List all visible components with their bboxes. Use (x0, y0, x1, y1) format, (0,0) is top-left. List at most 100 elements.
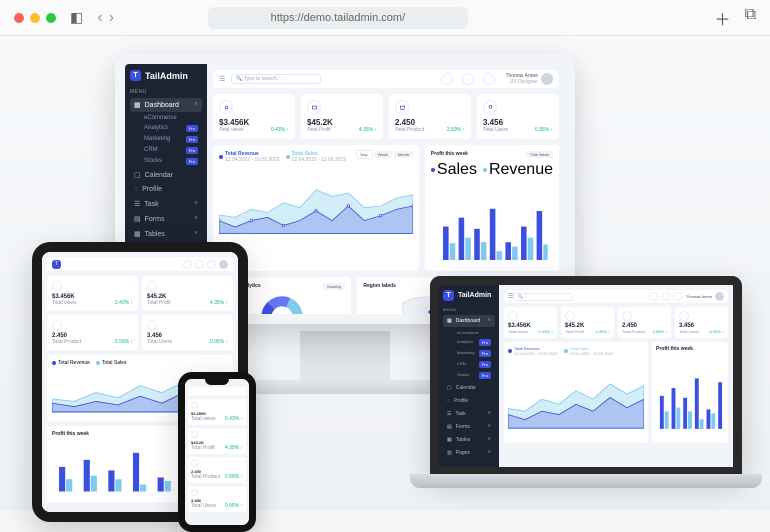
stat-views: $3.456KTotal views0.43% ↑ (188, 399, 246, 425)
chevron-down-icon: ˅ (194, 231, 198, 237)
form-icon: ▤ (134, 215, 141, 223)
eye-icon (52, 281, 62, 291)
notifications-icon[interactable] (462, 73, 474, 85)
user-menu[interactable]: Thomas Anree (686, 292, 724, 301)
tablet-topbar: T (47, 257, 233, 271)
notifications-icon[interactable] (661, 292, 670, 301)
search-input[interactable]: 🔍 (513, 293, 573, 301)
laptop-main: ☰ 🔍 Thomas Anree $3.456KTotal views0.43%… (499, 285, 733, 467)
calendar-icon: ▢ (134, 171, 141, 179)
nav-profile[interactable]: ◌Profile (130, 183, 202, 196)
stat-profit: $45.2KTotal Profit4.35% ↑ (561, 307, 614, 338)
list-icon: ☰ (447, 411, 451, 417)
theme-toggle[interactable] (441, 73, 453, 85)
cart-icon (147, 281, 157, 291)
nav-tables[interactable]: ▦Tables˅ (443, 434, 495, 446)
table-icon: ▦ (134, 230, 141, 238)
user-role: UX Designer (505, 79, 538, 85)
theme-toggle[interactable] (183, 260, 192, 269)
sub-crm[interactable]: CRMPro (453, 359, 495, 370)
theme-toggle[interactable] (649, 292, 658, 301)
pill-week[interactable]: Week (374, 151, 392, 158)
brand-icon: T (443, 290, 454, 301)
week-select[interactable]: This Week (526, 151, 553, 158)
area-chart-svg (219, 163, 413, 241)
pages-icon: ▥ (447, 450, 452, 456)
sub-crm[interactable]: CRMPro (140, 145, 202, 156)
sub-stocks[interactable]: StocksPro (453, 370, 495, 381)
sub-analytics[interactable]: AnalyticsPro (453, 337, 495, 348)
grid-icon: ▦ (134, 101, 141, 109)
form-icon: ▤ (447, 424, 452, 430)
browser-chrome: ◧ ‹ › https://demo.tailadmin.com/ ＋ ⧉ (0, 0, 770, 36)
nav-forms[interactable]: ▤Forms˅ (443, 421, 495, 433)
grid-icon: ▦ (447, 318, 452, 324)
nav-forms[interactable]: ▤Forms˅ (130, 212, 202, 226)
range-pills[interactable]: Day Week Month (357, 151, 413, 158)
nav-dashboard[interactable]: ▦Dashboard˄ (443, 315, 495, 327)
users-icon (191, 489, 198, 496)
nav-dashboard-sub: eCommerce AnalyticsPro MarketingPro CRMP… (130, 113, 202, 167)
back-icon[interactable]: ‹ (97, 9, 102, 27)
url-bar[interactable]: https://demo.tailadmin.com/ (208, 7, 468, 29)
maximize-icon[interactable] (46, 13, 56, 23)
menu-icon[interactable]: ☰ (219, 75, 225, 83)
pill-day[interactable]: Day (357, 151, 372, 158)
menu-label: MENU (130, 89, 202, 95)
sub-marketing[interactable]: MarketingPro (140, 134, 202, 145)
notifications-icon[interactable] (195, 260, 204, 269)
close-icon[interactable] (14, 13, 24, 23)
tabs-icon[interactable]: ⧉ (745, 6, 756, 30)
brand[interactable]: T TailAdmin (130, 70, 202, 81)
minimize-icon[interactable] (30, 13, 40, 23)
eye-icon (508, 311, 518, 321)
sub-analytics[interactable]: AnalyticsPro (140, 123, 202, 134)
nav-calendar[interactable]: ▢Calendar (443, 382, 495, 394)
sub-marketing[interactable]: MarketingPro (453, 348, 495, 359)
analytics-select[interactable]: Monthly (323, 283, 345, 290)
nav-dashboard[interactable]: ▦Dashboard ˄ (130, 98, 202, 112)
nav-profile[interactable]: ◌Profile (443, 395, 495, 407)
cart-icon (565, 311, 575, 321)
stat-views: $3.456K Total views0.43% ↑ (213, 94, 295, 139)
sub-ecommerce[interactable]: eCommerce (140, 113, 202, 123)
nav-calendar[interactable]: ▢Calendar (130, 168, 202, 182)
users-icon (483, 100, 497, 114)
stat-users: 3.456Total Users0.95% ↑ (142, 315, 233, 350)
stat-profit: $45.2KTotal Profit4.35% ↑ (142, 276, 233, 311)
brand-icon: T (52, 260, 61, 269)
search-input[interactable]: 🔍 Type to search... (231, 74, 321, 84)
user-icon: ◌ (447, 398, 450, 404)
sub-ecommerce[interactable]: eCommerce (453, 328, 495, 337)
nav-task[interactable]: ☰Task˅ (443, 408, 495, 420)
stat-product: 2.450Total Product2.59% ↑ (47, 315, 138, 350)
stat-product: 2.450Total Product2.59% ↑ (188, 457, 246, 483)
pill-month[interactable]: Month (394, 151, 413, 158)
laptop-area-chart: Total Revenue12.04.2022 - 12.05.2022Tota… (504, 342, 648, 443)
chevron-up-icon: ˄ (194, 102, 198, 108)
nav-task[interactable]: ☰Task˅ (130, 197, 202, 211)
nav-pages[interactable]: ▥Pages˅ (443, 447, 495, 459)
sub-stocks[interactable]: StocksPro (140, 156, 202, 167)
eye-icon (219, 100, 233, 114)
messages-icon[interactable] (207, 260, 216, 269)
sidebar-icon[interactable]: ◧ (70, 9, 83, 26)
nav-tables[interactable]: ▦Tables˅ (130, 227, 202, 241)
messages-icon[interactable] (673, 292, 682, 301)
messages-icon[interactable] (483, 73, 495, 85)
laptop-bar-chart: Profit this week (652, 342, 728, 443)
users-icon (147, 320, 157, 330)
brand-name: TailAdmin (145, 71, 188, 81)
phone-device: $3.456KTotal views0.43% ↑ $45.2KTotal Pr… (178, 372, 256, 532)
stat-profit: $45.2K Total Profit4.35% ↑ (301, 94, 383, 139)
user-menu[interactable]: Thomas Anree UX Designer (505, 73, 553, 85)
stat-users: 3.456Total Users0.95% ↑ (675, 307, 728, 338)
cart-icon (307, 100, 321, 114)
window-controls (14, 13, 56, 23)
bag-icon (395, 100, 409, 114)
avatar[interactable] (219, 260, 228, 269)
phone-topbar (188, 387, 246, 396)
laptop-topbar: ☰ 🔍 Thomas Anree (504, 290, 728, 303)
new-tab-icon[interactable]: ＋ (715, 6, 731, 30)
forward-icon[interactable]: › (109, 9, 114, 27)
